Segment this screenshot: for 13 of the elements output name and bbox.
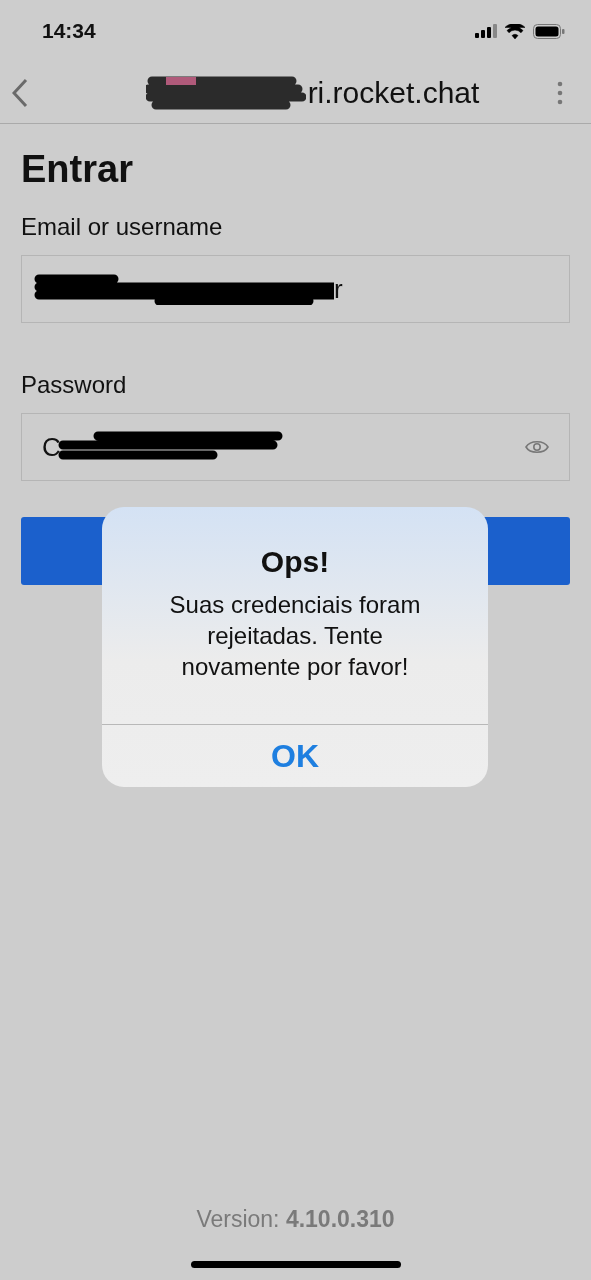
server-address: ri.rocket.chat [307,75,480,110]
field-label: Password [21,371,128,399]
password-field[interactable]: C [21,413,570,481]
field-value: r [334,273,343,305]
ok-button[interactable]: OK [102,725,488,787]
field-label: Email or username [21,213,224,241]
email-field[interactable]: r [21,255,570,323]
version-text: Version: 4.10.0.310 [195,1206,396,1233]
alert-title: Ops! [259,545,331,579]
page-title: Entrar [21,148,134,191]
field-value: C [42,431,61,463]
status-time: 14:34 [42,19,96,43]
alert-message: Suas credenciais foram rejeitadas. Tente novamente por favor! [168,590,422,682]
